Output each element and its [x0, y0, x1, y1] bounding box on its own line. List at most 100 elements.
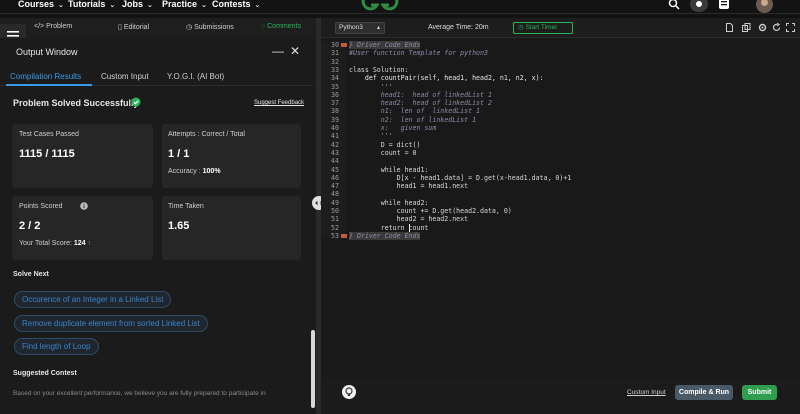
- line-number: 40: [331, 124, 339, 132]
- scrollbar-thumb[interactable]: [311, 330, 315, 408]
- code-editor-pane: Python3 ▴ Average Time: 20m ◷ Start Time…: [321, 18, 800, 414]
- nav-practice[interactable]: Practice ⌄: [162, 0, 207, 10]
- code-line: 51 head2 = head2.next: [321, 215, 800, 223]
- code-text: n1: len of linkedList 1: [349, 107, 481, 116]
- notification-icon[interactable]: [718, 0, 730, 11]
- tab-comments[interactable]: ◌ Comments: [261, 23, 301, 30]
- gfg-logo-icon[interactable]: [360, 0, 400, 12]
- code-text: D = dict(): [349, 140, 421, 149]
- reset-icon[interactable]: [772, 23, 781, 32]
- code-line: 39 n2: len of linkedList 1: [321, 116, 800, 124]
- code-line: 46 D[x - head1.data] = D.get(x-head1.dat…: [321, 174, 800, 182]
- nav-courses[interactable]: Courses ⌄: [18, 0, 64, 10]
- code-line: 52 return count: [321, 223, 800, 232]
- tab-custom-input[interactable]: Custom Input: [101, 72, 149, 81]
- code-line: 42 D = dict(): [321, 141, 800, 149]
- sun-icon: [696, 1, 702, 7]
- close-icon[interactable]: ✕: [290, 44, 300, 58]
- hint-button[interactable]: [342, 385, 356, 399]
- settings-icon[interactable]: [758, 23, 767, 32]
- theme-toggle[interactable]: [690, 0, 708, 12]
- language-value: Python3: [339, 24, 363, 31]
- code-line: 37 head2: head of linkedList 2: [321, 99, 800, 107]
- accuracy-label: Accuracy :: [168, 168, 201, 175]
- test-cases-value: 1115 / 1115: [19, 148, 75, 160]
- start-timer-button[interactable]: ◷ Start Timer: [513, 22, 573, 34]
- chevron-down-icon: ⌄: [201, 2, 207, 9]
- code-line: 31 #User function Template for python3: [321, 49, 800, 57]
- arrow-up-icon: ↑: [87, 240, 92, 247]
- code-area[interactable]: 30} Driver Code Ends 31 #User function Tem…: [321, 38, 800, 241]
- file-icon[interactable]: [725, 23, 734, 32]
- time-taken-card: Time Taken 1.65: [162, 196, 301, 260]
- nav-jobs[interactable]: Jobs ⌄: [122, 0, 153, 10]
- nav-label: Courses: [18, 0, 55, 9]
- test-cases-label: Test Cases Passed: [19, 131, 79, 138]
- tab-label: Comments: [267, 23, 301, 30]
- code-text: while head2:: [349, 198, 429, 207]
- scrollbar-track[interactable]: [311, 80, 315, 410]
- code-text: head1 = head1.next: [349, 182, 469, 191]
- line-number: 49: [331, 198, 339, 207]
- tab-submissions[interactable]: ◷ Submissions: [186, 23, 234, 31]
- code-line: 50 count += D.get(head2.data, 0): [321, 207, 800, 215]
- comment-icon: ◌: [261, 23, 266, 30]
- points-value: 2 / 2: [19, 220, 41, 232]
- check-circle-icon: [131, 97, 141, 107]
- custom-input-link[interactable]: Custom Input: [627, 389, 666, 396]
- start-timer-label: Start Timer: [525, 24, 558, 31]
- time-taken-label: Time Taken: [168, 203, 204, 210]
- solve-next-item[interactable]: Occurence of an Integer in a Linked List: [14, 291, 172, 308]
- tab-compilation-results[interactable]: Compilation Results: [10, 72, 81, 81]
- copy-icon[interactable]: [742, 23, 751, 32]
- status-label: Problem Solved Successfully: [13, 98, 139, 108]
- total-score-label: Your Total Score:: [19, 240, 72, 247]
- code-line: 34 def countPair(self, head1, head2, n1,…: [321, 74, 800, 82]
- line-number: 32: [331, 57, 339, 66]
- line-number: 50: [331, 207, 339, 215]
- tab-editorial[interactable]: ▯ Editorial: [118, 23, 149, 31]
- suggest-feedback-link[interactable]: Suggest Feedback: [254, 100, 304, 106]
- line-number: 31: [331, 49, 339, 58]
- code-line: 45 while head1:: [321, 166, 800, 174]
- nav-tutorials[interactable]: Tutorials ⌄: [68, 0, 115, 10]
- line-number: 45: [331, 165, 339, 174]
- top-navbar: Courses ⌄ Tutorials ⌄ Jobs ⌄ Practice ⌄ Cont…: [0, 0, 800, 14]
- line-number: 47: [331, 182, 339, 191]
- line-number: 35: [331, 82, 339, 91]
- line-number: 48: [331, 190, 339, 199]
- avatar[interactable]: [756, 0, 773, 13]
- fold-marker-icon[interactable]: [341, 233, 347, 238]
- compile-run-button[interactable]: Compile & Run: [675, 385, 733, 400]
- line-number: 41: [331, 132, 339, 141]
- code-line: 47 head1 = head1.next: [321, 182, 800, 190]
- submit-button[interactable]: Submit: [742, 385, 777, 400]
- solve-next-item[interactable]: Remove duplicate element from sorted Lin…: [14, 315, 208, 332]
- info-icon[interactable]: [80, 202, 88, 210]
- active-tab-indicator: [6, 84, 92, 86]
- code-text: D[x - head1.data] = D.get(x-head1.data, …: [349, 173, 572, 182]
- tab-yogi-ai-bot[interactable]: Y.O.G.I. (AI Bot): [167, 72, 224, 81]
- language-select[interactable]: Python3 ▴: [335, 22, 385, 34]
- search-icon[interactable]: [668, 0, 680, 10]
- code-text: return count: [349, 223, 429, 232]
- minimize-icon[interactable]: —: [272, 44, 284, 58]
- line-number: 36: [331, 90, 339, 99]
- code-text: } Driver Code Ends: [349, 41, 421, 50]
- solve-next-item[interactable]: Find length of Loop: [14, 338, 99, 355]
- nav-contests[interactable]: Contests ⌄: [212, 0, 260, 10]
- tab-label: Submissions: [194, 24, 234, 31]
- fold-marker-icon[interactable]: [341, 43, 347, 47]
- tab-problem[interactable]: </> Problem: [34, 23, 72, 30]
- code-line: 30} Driver Code Ends: [321, 41, 800, 50]
- code-line: 41 ''': [321, 132, 800, 140]
- code-line: 43 count = 0: [321, 149, 800, 157]
- accuracy-value: 100%: [202, 168, 221, 175]
- average-time: Average Time: 20m: [428, 24, 489, 31]
- code-text: #User function Template for python3: [349, 49, 488, 58]
- attempts-label: Attempts : Correct / Total: [168, 131, 245, 138]
- chevron-down-icon: ⌄: [254, 2, 261, 9]
- line-number: 34: [331, 74, 339, 83]
- fullscreen-icon[interactable]: [786, 23, 795, 32]
- chevron-up-icon: ▴: [376, 25, 380, 31]
